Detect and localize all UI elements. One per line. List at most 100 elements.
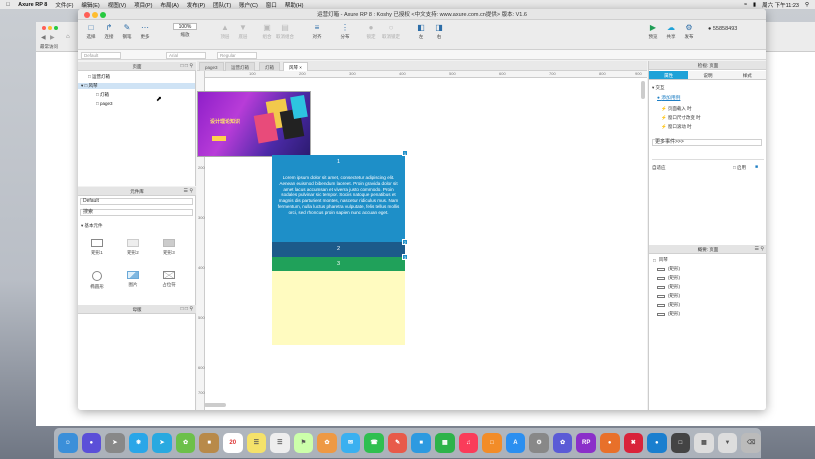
preview-button[interactable]: ▶ 预览	[644, 23, 662, 40]
photos-icon[interactable]: ✿	[175, 433, 196, 453]
siri-icon[interactable]: ●	[81, 433, 102, 453]
select-tool-button[interactable]: □ 选择	[82, 23, 100, 40]
tab-fengqin[interactable]: 风琴 ×	[283, 62, 308, 71]
menu-arrange[interactable]: 布局(A)	[160, 1, 178, 9]
yellow-content-area[interactable]	[272, 271, 405, 345]
launchpad-icon[interactable]: ➤	[105, 433, 125, 453]
accordion-panel-2[interactable]: 2	[272, 242, 405, 257]
browser-close-icon[interactable]	[42, 26, 46, 30]
connect-tool-button[interactable]: ↱ 连接	[100, 23, 118, 40]
widget-image[interactable]: 图片	[119, 271, 147, 288]
horizontal-scrollbar[interactable]	[204, 403, 226, 407]
outline-root[interactable]: □ 风琴	[653, 257, 668, 263]
outline-item[interactable]: (矩形)	[657, 311, 680, 317]
enable-adaptive-checkbox[interactable]: □ 启用	[733, 165, 746, 171]
event-window-resize[interactable]: ⚡ 窗口尺寸改变 时	[661, 115, 701, 121]
outline-item[interactable]: (矩形)	[657, 293, 680, 299]
trash-icon[interactable]: ⌫	[741, 433, 761, 453]
style-select[interactable]: Default	[81, 51, 121, 59]
menu-file[interactable]: 文件(F)	[55, 1, 73, 9]
interaction-badge[interactable]: 1	[402, 150, 408, 156]
facetime-icon[interactable]: ☎	[364, 433, 384, 453]
menu-view[interactable]: 视图(V)	[108, 1, 126, 9]
page-item-yunying[interactable]: □ 运营灯箱	[88, 74, 110, 80]
zoom-select[interactable]: 100% 缩放	[172, 23, 198, 38]
font-weight-select[interactable]: Regular	[217, 51, 257, 59]
tab-notes[interactable]: 说明	[688, 71, 728, 80]
ungroup-button[interactable]: ▤ 取消组合	[276, 23, 294, 40]
numbers-icon[interactable]: ▦	[435, 433, 455, 453]
tab-style[interactable]: 样式	[727, 71, 766, 80]
calendar-icon[interactable]: 20	[222, 433, 243, 453]
page-item-dengxiang[interactable]: □ 灯箱	[96, 92, 109, 98]
menu-team[interactable]: 团队(T)	[213, 1, 231, 9]
send-back-button[interactable]: ▼ 底层	[234, 23, 252, 40]
widgets-panel-controls[interactable]: ☰ ⚲	[183, 187, 193, 196]
more-events-select[interactable]: 更多事件>>>	[652, 139, 762, 146]
widget-ellipse[interactable]: 椭圆形	[83, 271, 111, 290]
tab-dengxiang[interactable]: 灯箱	[259, 62, 280, 71]
page-item-fengqin[interactable]: ▾ □ 风琴	[78, 83, 195, 89]
messages-icon[interactable]: ✉	[340, 433, 361, 453]
tab-yunying[interactable]: 运营灯箱	[225, 62, 255, 71]
outline-item[interactable]: (矩形)	[657, 302, 680, 308]
reminders-icon[interactable]: ☰	[270, 433, 290, 453]
distribute-button[interactable]: ⋮ 分布	[336, 23, 354, 40]
telegram-icon[interactable]: ➤	[152, 433, 172, 453]
add-case-link[interactable]: ● 添加用例	[657, 94, 680, 101]
bring-front-button[interactable]: ▲ 顶层	[216, 23, 234, 40]
contacts-icon[interactable]: ■	[199, 433, 219, 453]
adaptive-settings-icon[interactable]: ■	[755, 164, 758, 170]
left-panel-button[interactable]: ◧ 左	[412, 23, 430, 40]
battery-icon[interactable]: ▮	[753, 2, 756, 8]
close-icon[interactable]	[84, 12, 90, 18]
pages-icon[interactable]: ✎	[387, 433, 408, 453]
back-icon[interactable]: ◀	[41, 34, 46, 41]
notes-icon[interactable]: ☰	[246, 433, 267, 453]
outline-item[interactable]: (矩形)	[657, 284, 680, 290]
home-icon[interactable]: ⌂	[66, 34, 70, 40]
unlock-button[interactable]: ○ 取消锁定	[382, 23, 400, 40]
zoom-icon[interactable]	[100, 12, 106, 18]
forward-icon[interactable]: ▶	[50, 34, 55, 41]
wifi-icon[interactable]: ≈	[744, 2, 747, 8]
browser-minimize-icon[interactable]	[48, 26, 52, 30]
masters-panel-controls[interactable]: □ □ ⚲	[181, 305, 193, 314]
search-icon[interactable]: ⚲	[805, 2, 809, 8]
basic-widgets-section[interactable]: ▾ 基本元件	[81, 223, 103, 229]
sharing-icon[interactable]: ✿	[552, 433, 573, 453]
firefox-icon[interactable]: ●	[599, 433, 620, 453]
widget-search-input[interactable]: 搜索	[80, 209, 193, 216]
lock-button[interactable]: ● 锁定	[362, 23, 380, 40]
interaction-badge[interactable]: 3	[402, 254, 408, 260]
bookmark-item[interactable]: 最常访问	[40, 44, 58, 50]
menu-project[interactable]: 项目(P)	[134, 1, 152, 9]
interaction-badge[interactable]: 2	[402, 239, 408, 245]
group-button[interactable]: ▣ 组合	[258, 23, 276, 40]
widget-rect2[interactable]: 矩形2	[119, 239, 147, 256]
photos-app-icon[interactable]: ✿	[317, 433, 337, 453]
interactions-section[interactable]: ▾ 交互	[652, 85, 665, 91]
accordion-panel-3[interactable]: 3	[272, 257, 405, 271]
axure-rp-icon[interactable]: RP	[576, 433, 596, 453]
tab-page3[interactable]: page3	[199, 62, 224, 71]
menubar-app-name[interactable]: Axure RP 8	[18, 2, 47, 8]
settings-icon[interactable]: ⚙	[529, 433, 549, 453]
pages-panel-controls[interactable]: □ □ ⚲	[181, 62, 193, 71]
page-item-page3[interactable]: □ page3	[96, 101, 112, 106]
vertical-scrollbar[interactable]	[641, 81, 645, 99]
app-store-icon[interactable]: A	[505, 433, 526, 453]
finder-icon[interactable]: ☺	[58, 433, 78, 453]
minimize-icon[interactable]	[92, 12, 98, 18]
downloads-folder-icon[interactable]: ▼	[717, 433, 738, 453]
widget-rect3[interactable]: 矩形3	[155, 239, 183, 256]
keynote-icon[interactable]: ■	[411, 433, 431, 453]
event-page-load[interactable]: ⚡ 页面载入 时	[661, 106, 692, 112]
publish-button[interactable]: ⚙ 发布	[680, 23, 698, 40]
menu-publish[interactable]: 发布(P)	[187, 1, 205, 9]
font-select[interactable]: Arial	[166, 51, 206, 59]
outline-item[interactable]: (矩形)	[657, 275, 680, 281]
outline-controls[interactable]: ☰ ⚲	[754, 245, 764, 254]
apple-icon[interactable]: 	[6, 2, 10, 8]
menubar-clock[interactable]: 周六 下午11:23	[762, 1, 799, 9]
